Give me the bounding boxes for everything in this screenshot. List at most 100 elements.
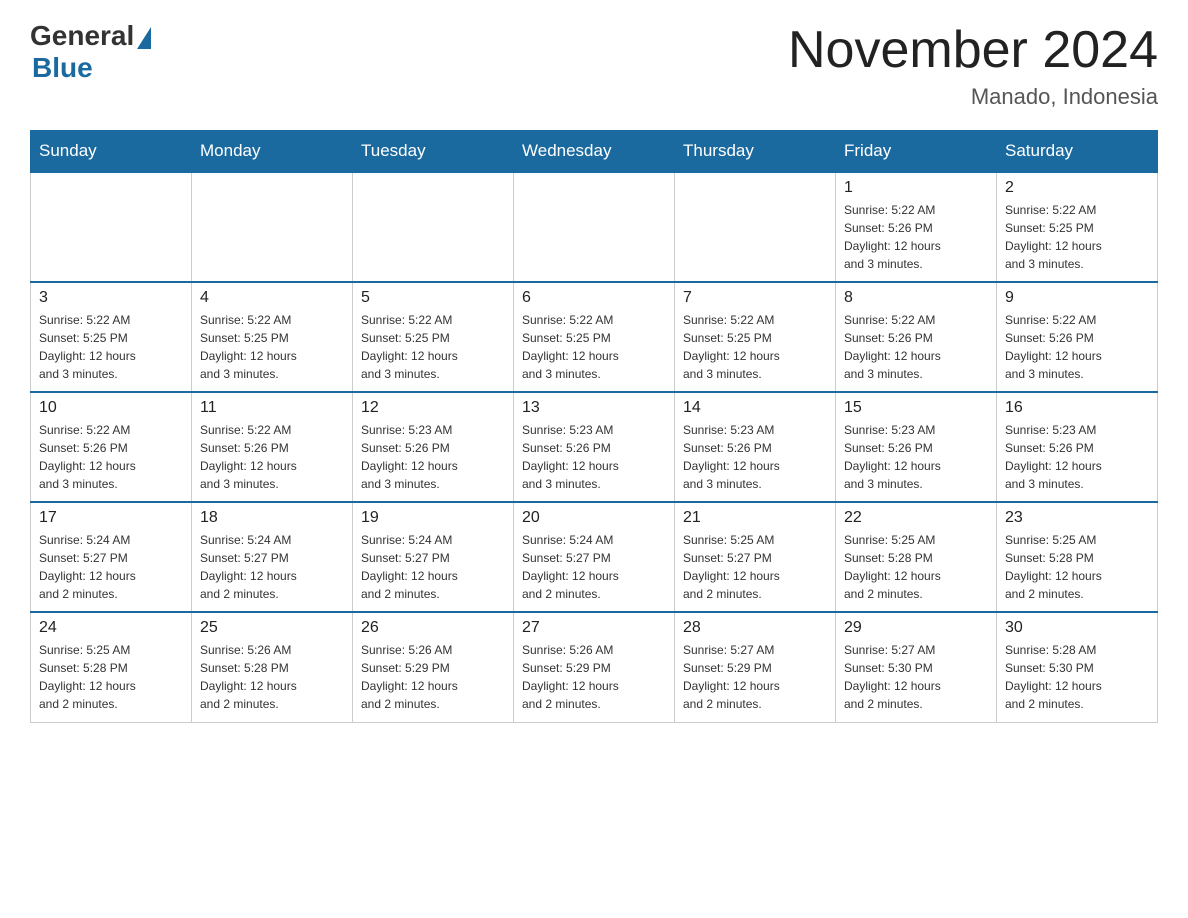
calendar-day-cell: 14 Sunrise: 5:23 AM Sunset: 5:26 PM Dayli…: [675, 392, 836, 502]
calendar-day-cell: 30 Sunrise: 5:28 AM Sunset: 5:30 PM Dayli…: [997, 612, 1158, 722]
day-number: 18: [200, 509, 344, 527]
calendar-day-cell: 20 Sunrise: 5:24 AM Sunset: 5:27 PM Dayli…: [514, 502, 675, 612]
calendar-header-wednesday: Wednesday: [514, 131, 675, 173]
day-info: Sunrise: 5:26 AM Sunset: 5:28 PM Dayligh…: [200, 641, 344, 713]
calendar-day-cell: 22 Sunrise: 5:25 AM Sunset: 5:28 PM Dayli…: [836, 502, 997, 612]
day-info: Sunrise: 5:22 AM Sunset: 5:25 PM Dayligh…: [522, 311, 666, 383]
day-info: Sunrise: 5:23 AM Sunset: 5:26 PM Dayligh…: [1005, 421, 1149, 493]
calendar-day-cell: 23Sunrise: 5:25 AM Sunset: 5:28 PM Dayli…: [997, 502, 1158, 612]
calendar-day-cell: 18 Sunrise: 5:24 AM Sunset: 5:27 PM Dayli…: [192, 502, 353, 612]
calendar-header-sunday: Sunday: [31, 131, 192, 173]
calendar-day-cell: 29 Sunrise: 5:27 AM Sunset: 5:30 PM Dayli…: [836, 612, 997, 722]
calendar-week-row: 10Sunrise: 5:22 AM Sunset: 5:26 PM Dayli…: [31, 392, 1158, 502]
calendar-day-cell: 21 Sunrise: 5:25 AM Sunset: 5:27 PM Dayli…: [675, 502, 836, 612]
day-info: Sunrise: 5:24 AM Sunset: 5:27 PM Dayligh…: [39, 531, 183, 603]
calendar-day-cell: 8 Sunrise: 5:22 AM Sunset: 5:26 PM Daylig…: [836, 282, 997, 392]
day-number: 6: [522, 289, 666, 307]
calendar-day-cell: 3Sunrise: 5:22 AM Sunset: 5:25 PM Daylig…: [31, 282, 192, 392]
day-number: 15: [844, 399, 988, 417]
calendar-table: SundayMondayTuesdayWednesdayThursdayFrid…: [30, 130, 1158, 723]
calendar-day-cell: 25 Sunrise: 5:26 AM Sunset: 5:28 PM Dayli…: [192, 612, 353, 722]
day-number: 14: [683, 399, 827, 417]
calendar-day-cell: 1 Sunrise: 5:22 AM Sunset: 5:26 PM Daylig…: [836, 172, 997, 282]
calendar-day-cell: 13Sunrise: 5:23 AM Sunset: 5:26 PM Dayli…: [514, 392, 675, 502]
day-info: Sunrise: 5:23 AM Sunset: 5:26 PM Dayligh…: [522, 421, 666, 493]
calendar-day-cell: 6 Sunrise: 5:22 AM Sunset: 5:25 PM Daylig…: [514, 282, 675, 392]
day-number: 22: [844, 509, 988, 527]
calendar-day-cell: [31, 172, 192, 282]
logo-triangle-icon: [137, 27, 151, 49]
page-header: General Blue November 2024 Manado, Indon…: [30, 20, 1158, 110]
calendar-header-friday: Friday: [836, 131, 997, 173]
calendar-day-cell: 19 Sunrise: 5:24 AM Sunset: 5:27 PM Dayli…: [353, 502, 514, 612]
day-info: Sunrise: 5:26 AM Sunset: 5:29 PM Dayligh…: [522, 641, 666, 713]
location-subtitle: Manado, Indonesia: [788, 84, 1158, 110]
calendar-header-tuesday: Tuesday: [353, 131, 514, 173]
day-number: 29: [844, 619, 988, 637]
day-number: 12: [361, 399, 505, 417]
day-number: 30: [1005, 619, 1149, 637]
day-number: 4: [200, 289, 344, 307]
day-info: Sunrise: 5:25 AM Sunset: 5:28 PM Dayligh…: [39, 641, 183, 713]
day-info: Sunrise: 5:22 AM Sunset: 5:26 PM Dayligh…: [844, 201, 988, 273]
calendar-day-cell: [514, 172, 675, 282]
day-number: 3: [39, 289, 183, 307]
day-number: 1: [844, 179, 988, 197]
day-info: Sunrise: 5:27 AM Sunset: 5:29 PM Dayligh…: [683, 641, 827, 713]
calendar-header-monday: Monday: [192, 131, 353, 173]
day-info: Sunrise: 5:22 AM Sunset: 5:26 PM Dayligh…: [200, 421, 344, 493]
day-info: Sunrise: 5:23 AM Sunset: 5:26 PM Dayligh…: [844, 421, 988, 493]
day-info: Sunrise: 5:22 AM Sunset: 5:25 PM Dayligh…: [1005, 201, 1149, 273]
calendar-day-cell: 28 Sunrise: 5:27 AM Sunset: 5:29 PM Dayli…: [675, 612, 836, 722]
logo-general-text: General: [30, 20, 134, 52]
day-number: 8: [844, 289, 988, 307]
day-info: Sunrise: 5:24 AM Sunset: 5:27 PM Dayligh…: [361, 531, 505, 603]
day-info: Sunrise: 5:22 AM Sunset: 5:26 PM Dayligh…: [39, 421, 183, 493]
day-number: 28: [683, 619, 827, 637]
day-info: Sunrise: 5:25 AM Sunset: 5:27 PM Dayligh…: [683, 531, 827, 603]
calendar-day-cell: 17Sunrise: 5:24 AM Sunset: 5:27 PM Dayli…: [31, 502, 192, 612]
logo: General Blue: [30, 20, 151, 84]
day-number: 19: [361, 509, 505, 527]
calendar-header-thursday: Thursday: [675, 131, 836, 173]
calendar-week-row: 24 Sunrise: 5:25 AM Sunset: 5:28 PM Dayli…: [31, 612, 1158, 722]
day-info: Sunrise: 5:25 AM Sunset: 5:28 PM Dayligh…: [1005, 531, 1149, 603]
day-info: Sunrise: 5:22 AM Sunset: 5:25 PM Dayligh…: [200, 311, 344, 383]
day-number: 26: [361, 619, 505, 637]
day-info: Sunrise: 5:27 AM Sunset: 5:30 PM Dayligh…: [844, 641, 988, 713]
day-number: 25: [200, 619, 344, 637]
day-info: Sunrise: 5:23 AM Sunset: 5:26 PM Dayligh…: [683, 421, 827, 493]
calendar-day-cell: 12 Sunrise: 5:23 AM Sunset: 5:26 PM Dayli…: [353, 392, 514, 502]
calendar-week-row: 1 Sunrise: 5:22 AM Sunset: 5:26 PM Daylig…: [31, 172, 1158, 282]
day-info: Sunrise: 5:22 AM Sunset: 5:25 PM Dayligh…: [361, 311, 505, 383]
title-section: November 2024 Manado, Indonesia: [788, 20, 1158, 110]
calendar-day-cell: 10Sunrise: 5:22 AM Sunset: 5:26 PM Dayli…: [31, 392, 192, 502]
day-info: Sunrise: 5:24 AM Sunset: 5:27 PM Dayligh…: [522, 531, 666, 603]
day-info: Sunrise: 5:22 AM Sunset: 5:26 PM Dayligh…: [844, 311, 988, 383]
calendar-week-row: 3 Sunrise: 5:22 AM Sunset: 5:25 PM Daylig…: [31, 282, 1158, 392]
day-info: Sunrise: 5:24 AM Sunset: 5:27 PM Dayligh…: [200, 531, 344, 603]
calendar-day-cell: 7 Sunrise: 5:22 AM Sunset: 5:25 PM Daylig…: [675, 282, 836, 392]
day-number: 11: [200, 399, 344, 417]
day-info: Sunrise: 5:22 AM Sunset: 5:26 PM Dayligh…: [1005, 311, 1149, 383]
calendar-day-cell: 5 Sunrise: 5:22 AM Sunset: 5:25 PM Daylig…: [353, 282, 514, 392]
day-number: 21: [683, 509, 827, 527]
calendar-day-cell: 27Sunrise: 5:26 AM Sunset: 5:29 PM Dayli…: [514, 612, 675, 722]
day-info: Sunrise: 5:23 AM Sunset: 5:26 PM Dayligh…: [361, 421, 505, 493]
day-number: 5: [361, 289, 505, 307]
day-info: Sunrise: 5:25 AM Sunset: 5:28 PM Dayligh…: [844, 531, 988, 603]
month-year-title: November 2024: [788, 20, 1158, 80]
day-number: 7: [683, 289, 827, 307]
calendar-day-cell: [353, 172, 514, 282]
logo-blue-text: Blue: [32, 52, 93, 84]
calendar-header-saturday: Saturday: [997, 131, 1158, 173]
calendar-day-cell: 11 Sunrise: 5:22 AM Sunset: 5:26 PM Dayli…: [192, 392, 353, 502]
day-number: 24: [39, 619, 183, 637]
day-info: Sunrise: 5:22 AM Sunset: 5:25 PM Dayligh…: [683, 311, 827, 383]
day-number: 9: [1005, 289, 1149, 307]
day-number: 16: [1005, 399, 1149, 417]
day-number: 20: [522, 509, 666, 527]
day-info: Sunrise: 5:28 AM Sunset: 5:30 PM Dayligh…: [1005, 641, 1149, 713]
calendar-day-cell: 15 Sunrise: 5:23 AM Sunset: 5:26 PM Dayli…: [836, 392, 997, 502]
day-info: Sunrise: 5:26 AM Sunset: 5:29 PM Dayligh…: [361, 641, 505, 713]
